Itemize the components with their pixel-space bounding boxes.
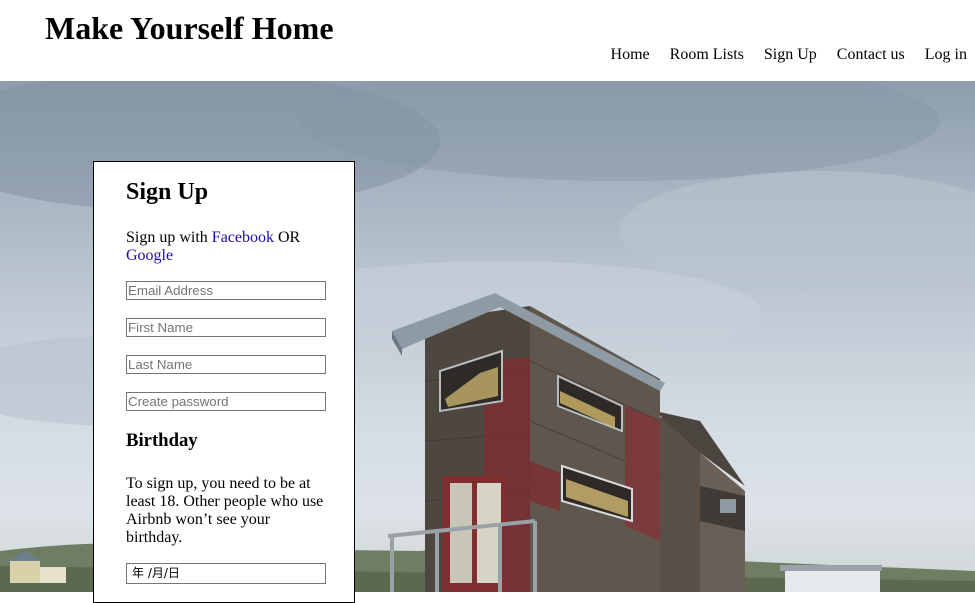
social-signup-text: Sign up with Facebook OR Google — [126, 229, 326, 265]
nav-sign-up[interactable]: Sign Up — [764, 45, 817, 65]
last-name-field[interactable] — [126, 355, 326, 374]
site-header: Make Yourself Home Home Room Lists Sign … — [0, 0, 975, 81]
email-field[interactable] — [126, 281, 326, 300]
birthday-title: Birthday — [126, 430, 198, 451]
google-link[interactable]: Google — [126, 247, 173, 264]
nav-contact-us[interactable]: Contact us — [837, 45, 905, 65]
age-requirement-note: To sign up, you need to be at least 18. … — [126, 475, 324, 546]
signup-card: Sign Up Sign up with Facebook OR Google … — [93, 161, 355, 603]
nav-room-lists[interactable]: Room Lists — [670, 45, 744, 65]
social-prefix: Sign up with — [126, 229, 212, 246]
facebook-link[interactable]: Facebook — [212, 229, 274, 246]
password-field[interactable] — [126, 392, 326, 411]
birthday-date-input[interactable]: 年 /月/日 — [126, 563, 326, 584]
signup-title: Sign Up — [126, 179, 209, 205]
first-name-field[interactable] — [126, 318, 326, 337]
main-nav: Home Room Lists Sign Up Contact us Log i… — [611, 45, 967, 65]
nav-log-in[interactable]: Log in — [925, 45, 967, 65]
site-title: Make Yourself Home — [45, 10, 334, 46]
nav-home[interactable]: Home — [611, 45, 650, 65]
or-text: OR — [274, 229, 301, 246]
